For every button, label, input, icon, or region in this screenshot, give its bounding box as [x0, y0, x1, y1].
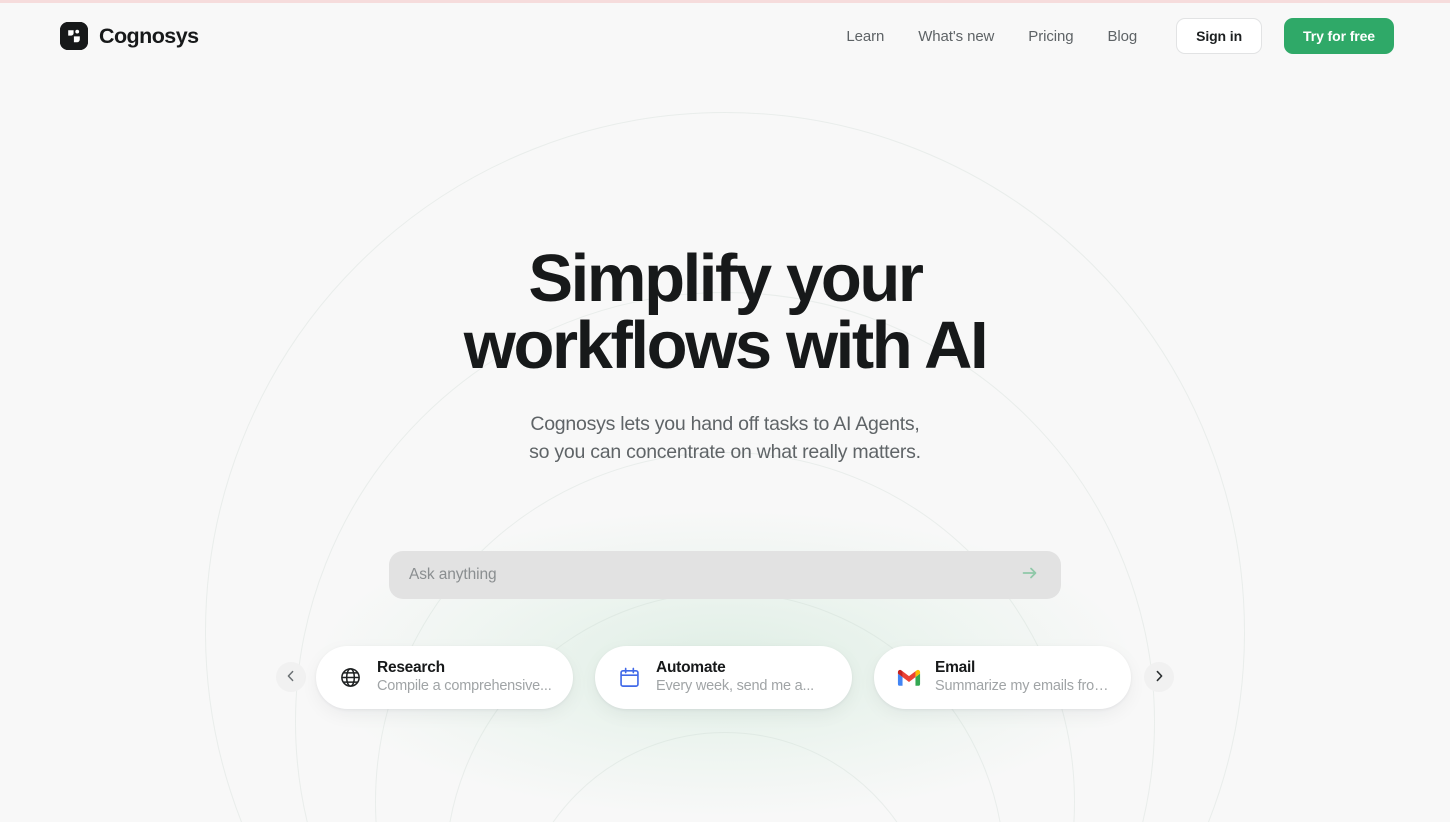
search-input[interactable] [409, 565, 1017, 584]
suggestion-card-title: Automate [656, 658, 726, 676]
suggestion-card-research[interactable]: Research Compile a comprehensive... [316, 645, 573, 709]
suggestion-carousel: Research Compile a comprehensive... Auto… [276, 645, 1174, 709]
main-navigation: Learn What's new Pricing Blog Sign in Tr… [829, 18, 1394, 54]
suggestion-card-text: Email Summarize my emails from... [935, 658, 1111, 696]
chevron-left-icon [284, 669, 298, 686]
subtitle-line-2: so you can concentrate on what really ma… [529, 441, 921, 464]
cognosys-logo-icon [60, 22, 88, 50]
suggestion-card-subtitle: Compile a comprehensive... [377, 678, 552, 695]
brand-name: Cognosys [99, 23, 199, 48]
carousel-prev-button[interactable] [276, 662, 306, 693]
top-hairline [0, 0, 1450, 3]
page-title: Simplify your workflows with AI [463, 245, 989, 383]
try-for-free-button[interactable]: Try for free [1284, 18, 1394, 54]
suggestion-card-automate[interactable]: Automate Every week, send me a... [595, 645, 852, 709]
submit-button[interactable] [1017, 562, 1043, 588]
site-header: Cognosys Learn What's new Pricing Blog S… [0, 0, 1450, 72]
suggestion-cards: Research Compile a comprehensive... Auto… [316, 645, 1131, 709]
suggestion-card-title: Research [377, 658, 445, 676]
nav-item-pricing[interactable]: Pricing [1011, 20, 1090, 53]
brand-logo[interactable]: Cognosys [60, 22, 199, 50]
calendar-icon [617, 665, 642, 690]
suggestion-card-text: Research Compile a comprehensive... [377, 658, 552, 696]
suggestion-card-title: Email [935, 658, 976, 676]
suggestion-card-email[interactable]: Email Summarize my emails from... [874, 645, 1131, 709]
arrow-right-icon [1020, 563, 1040, 586]
gmail-icon [896, 665, 921, 690]
nav-item-whats-new[interactable]: What's new [901, 20, 1011, 53]
suggestion-card-subtitle: Summarize my emails from... [935, 678, 1111, 695]
carousel-next-button[interactable] [1144, 662, 1174, 693]
subtitle-line-1: Cognosys lets you hand off tasks to AI A… [530, 413, 920, 435]
chevron-right-icon [1152, 669, 1166, 686]
suggestion-card-subtitle: Every week, send me a... [656, 678, 814, 695]
suggestion-card-text: Automate Every week, send me a... [656, 658, 814, 696]
hero-section: Simplify your workflows with AI Cognosys… [0, 0, 1450, 822]
headline-line-1: Simplify your [528, 241, 924, 316]
globe-icon [338, 665, 363, 690]
headline-line-2: workflows with AI [463, 308, 989, 383]
sign-in-button[interactable]: Sign in [1176, 18, 1263, 54]
hero-subtitle: Cognosys lets you hand off tasks to AI A… [529, 410, 921, 467]
nav-item-blog[interactable]: Blog [1090, 20, 1154, 53]
ask-anything-field[interactable] [389, 550, 1061, 599]
nav-item-learn[interactable]: Learn [829, 20, 901, 53]
